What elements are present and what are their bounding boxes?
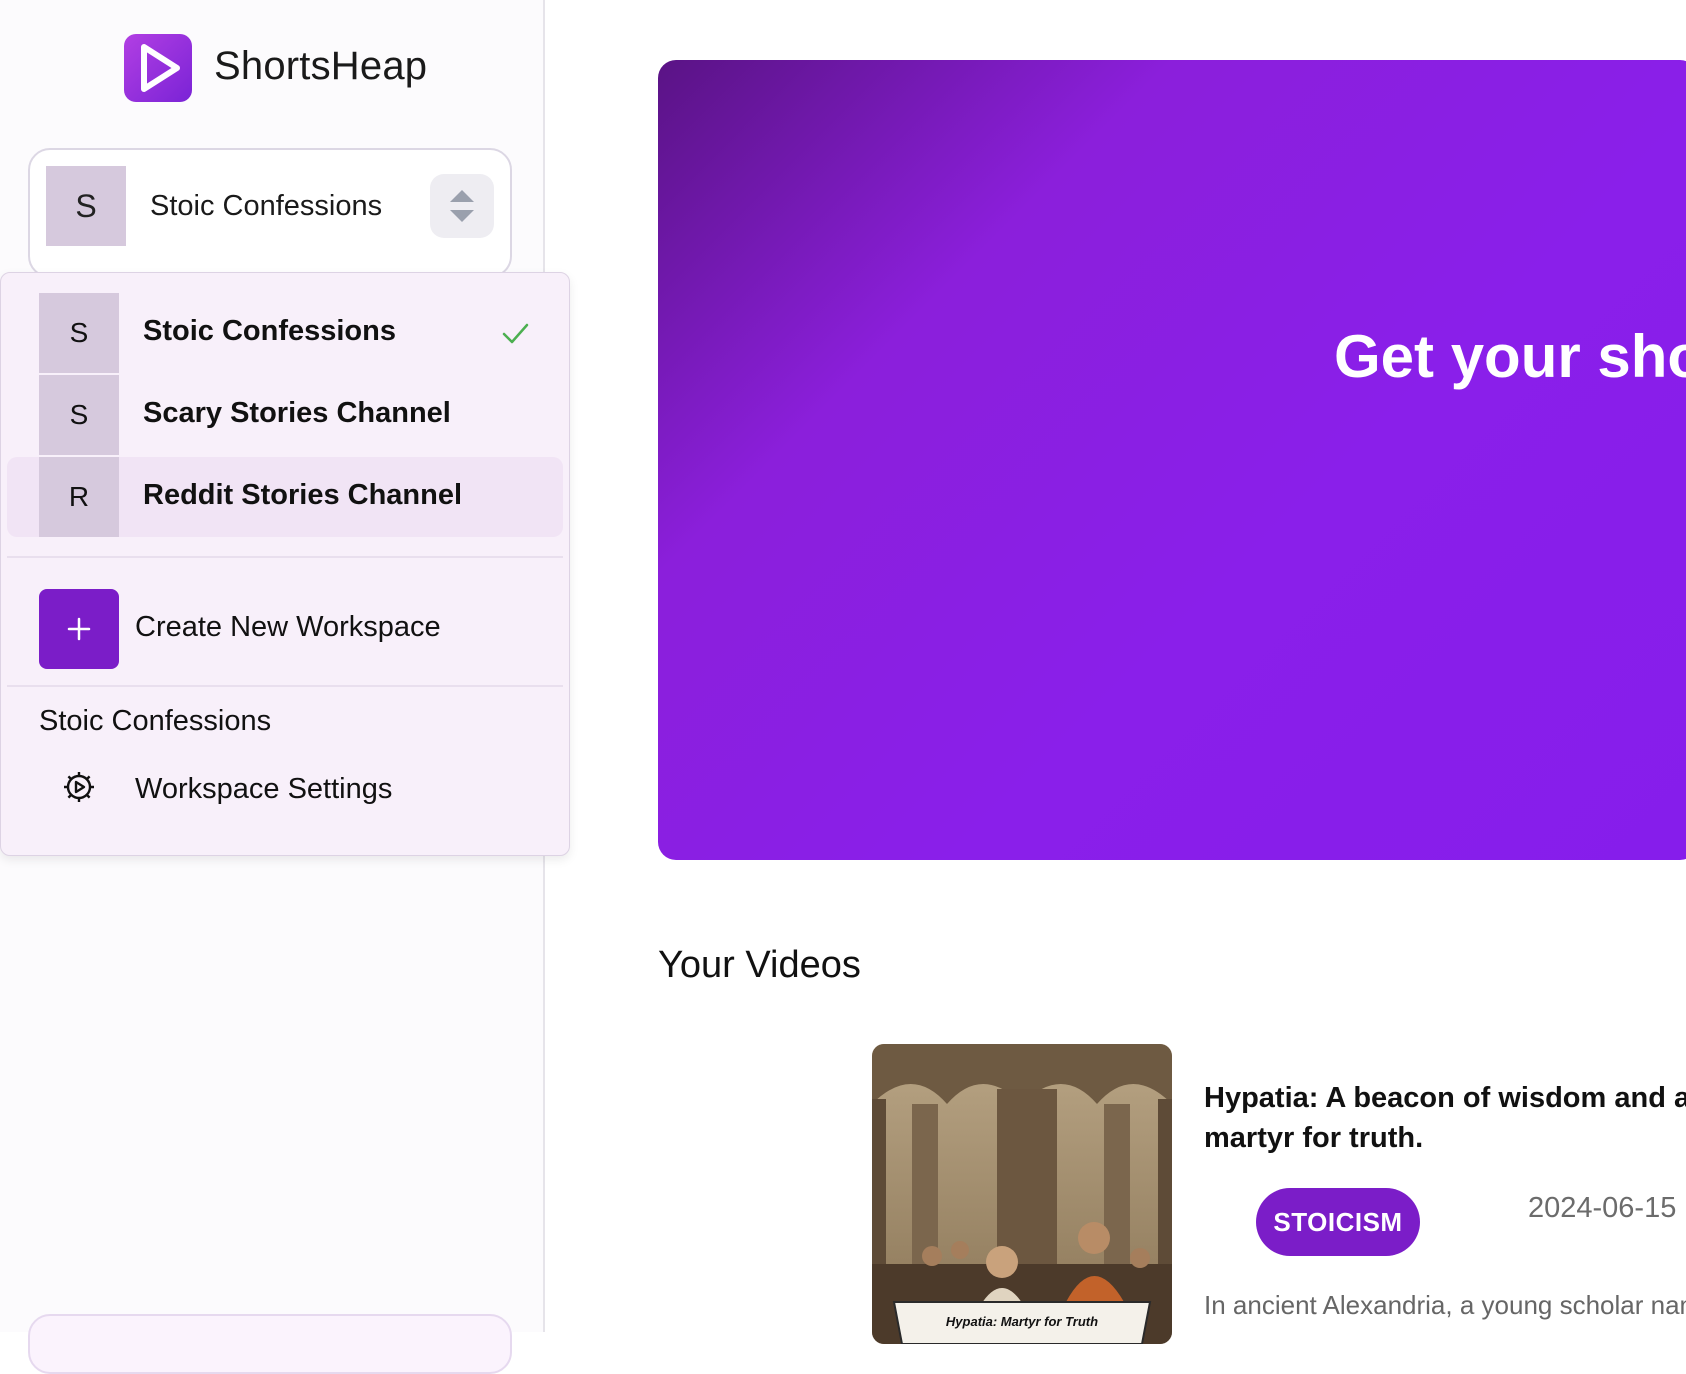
hero-title: Get your sho (1334, 323, 1686, 390)
play-logo-icon[interactable] (124, 34, 192, 102)
divider (7, 685, 563, 687)
workspace-option[interactable]: S Scary Stories Channel (7, 375, 563, 455)
video-date: 2024-06-15 (1528, 1192, 1677, 1224)
workspace-option[interactable]: R Reddit Stories Channel (7, 457, 563, 537)
workspace-dropdown: S Stoic Confessions S Scary Stories Chan… (0, 272, 570, 856)
thumbnail-caption: Hypatia: Martyr for Truth (946, 1314, 1098, 1329)
chevron-up-down-icon[interactable] (430, 174, 494, 238)
workspace-option-label: Reddit Stories Channel (143, 479, 463, 511)
workspace-settings-link[interactable]: Workspace Settings (135, 773, 392, 806)
workspace-avatar: S (39, 375, 119, 455)
video-description: In ancient Alexandria, a young scholar n… (1204, 1290, 1686, 1320)
hero-banner: Get your sho (658, 60, 1686, 860)
create-workspace-button[interactable] (39, 589, 119, 669)
app-title: ShortsHeap (214, 44, 428, 88)
workspace-option-label: Scary Stories Channel (143, 397, 451, 429)
check-icon (502, 323, 529, 344)
workspace-avatar: R (39, 457, 119, 537)
workspace-selector[interactable]: S Stoic Confessions (28, 148, 512, 278)
video-tag[interactable]: STOICISM (1256, 1188, 1420, 1256)
workspace-option-label: Stoic Confessions (143, 315, 396, 347)
plus-icon (67, 617, 91, 641)
workspace-avatar: S (39, 293, 119, 373)
workspace-avatar: S (46, 166, 126, 246)
sidebar-bottom-card[interactable] (28, 1314, 512, 1374)
your-videos-heading: Your Videos (658, 944, 861, 986)
video-title[interactable]: Hypatia: A beacon of wisdom and a martyr… (1204, 1078, 1686, 1158)
video-thumbnail[interactable]: Hypatia: Martyr for Truth (872, 1044, 1172, 1344)
create-workspace-label[interactable]: Create New Workspace (135, 611, 441, 644)
divider (7, 556, 563, 558)
workspace-name: Stoic Confessions (150, 190, 383, 222)
current-workspace-heading: Stoic Confessions (39, 705, 272, 737)
workspace-option[interactable]: S Stoic Confessions (7, 293, 563, 373)
gear-icon[interactable] (61, 769, 97, 805)
